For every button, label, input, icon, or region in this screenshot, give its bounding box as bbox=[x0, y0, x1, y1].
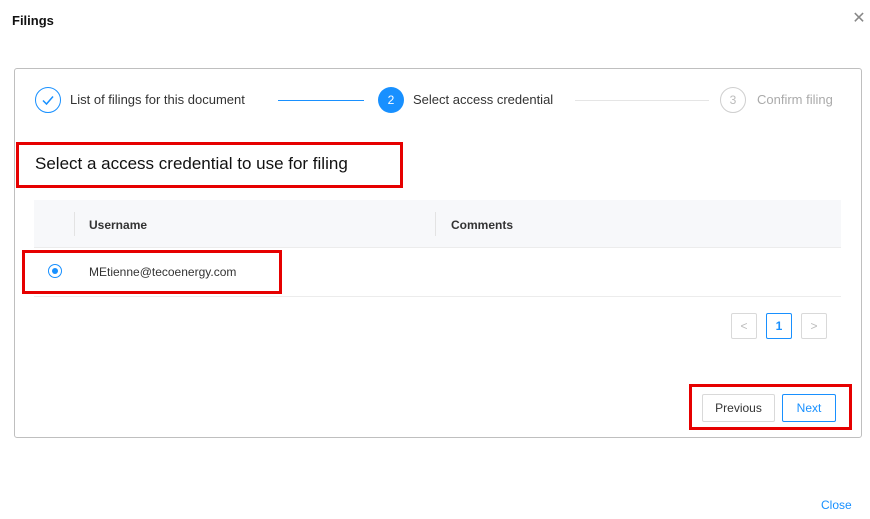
column-header-comments: Comments bbox=[451, 218, 514, 232]
step-1-label: List of filings for this document bbox=[70, 92, 245, 107]
table-header bbox=[34, 200, 841, 248]
username-cell: MEtienne@tecoenergy.com bbox=[89, 265, 237, 279]
check-icon bbox=[35, 87, 61, 113]
modal-title: Filings bbox=[12, 13, 54, 28]
previous-button[interactable]: Previous bbox=[702, 394, 775, 422]
page-number[interactable]: 1 bbox=[766, 313, 792, 339]
step-2-label: Select access credential bbox=[413, 92, 554, 107]
step-3-label: Confirm filing bbox=[757, 92, 833, 107]
row-radio[interactable] bbox=[48, 264, 62, 278]
chevron-right-icon[interactable]: > bbox=[801, 313, 827, 339]
step-connector-pending bbox=[575, 100, 709, 101]
close-button[interactable]: Close bbox=[821, 498, 852, 512]
column-divider bbox=[435, 212, 436, 236]
column-header-username: Username bbox=[89, 218, 148, 232]
step-connector-done bbox=[278, 100, 364, 101]
close-icon[interactable]: ✕ bbox=[850, 10, 868, 28]
section-heading: Select a access credential to use for fi… bbox=[35, 154, 348, 173]
next-button[interactable]: Next bbox=[782, 394, 836, 422]
chevron-left-icon[interactable]: < bbox=[731, 313, 757, 339]
radio-dot bbox=[52, 268, 58, 274]
step-2-number: 2 bbox=[378, 87, 404, 113]
step-3-number: 3 bbox=[720, 87, 746, 113]
column-divider bbox=[74, 212, 75, 236]
